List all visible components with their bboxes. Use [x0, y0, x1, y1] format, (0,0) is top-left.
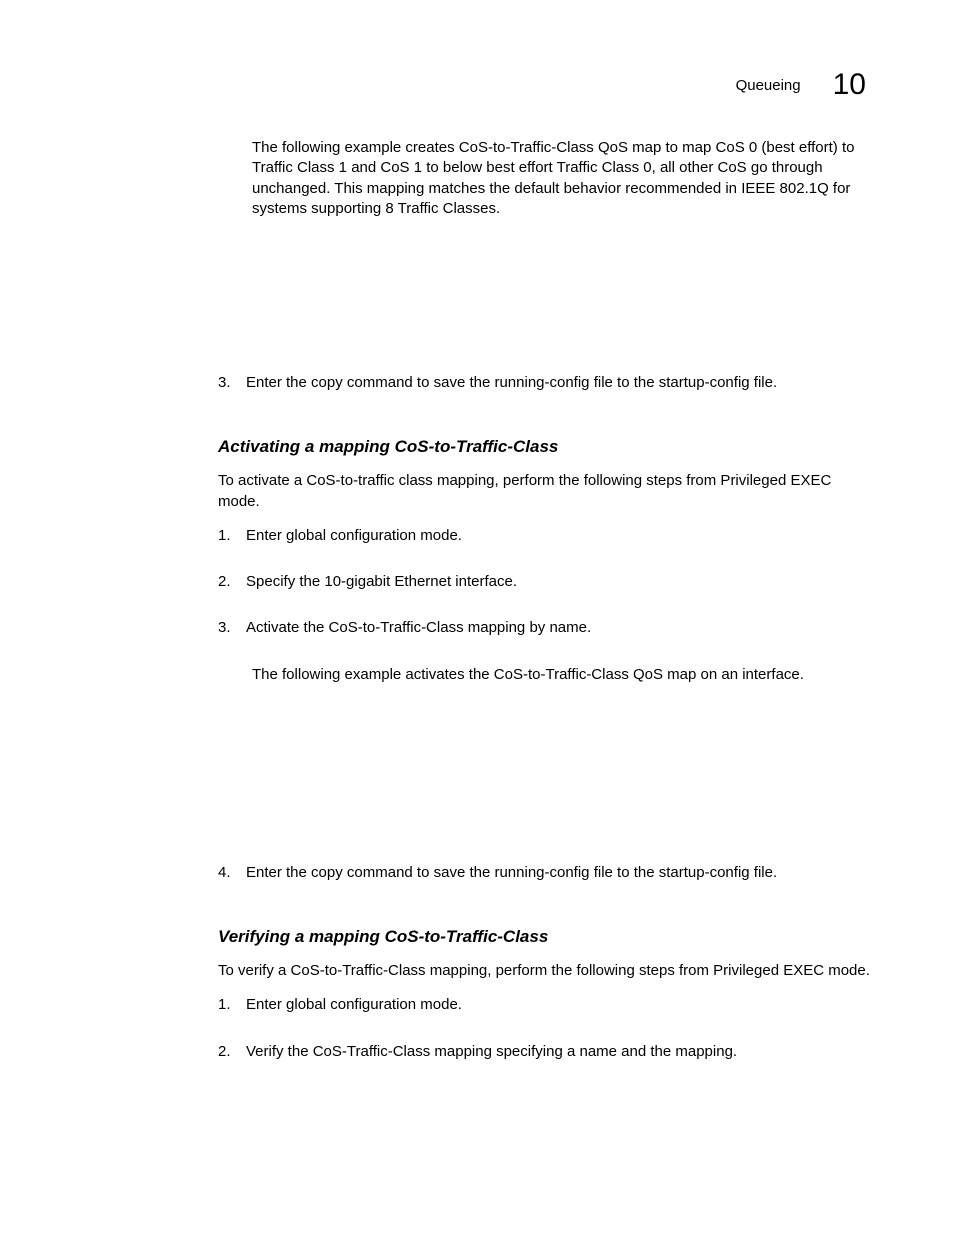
section2-intro: To verify a CoS-to-Traffic-Class mapping…: [218, 961, 872, 981]
step-number: 3.: [218, 373, 246, 393]
step-text: Enter global configuration mode.: [246, 995, 872, 1015]
step-text: Enter the copy command to save the runni…: [246, 373, 872, 393]
step-text: Enter global configuration mode.: [246, 526, 872, 546]
section1-step-1: 1. Enter global configuration mode.: [218, 526, 872, 546]
section2-step-2: 2. Verify the CoS-Traffic-Class mapping …: [218, 1042, 872, 1062]
step-text: Activate the CoS-to-Traffic-Class mappin…: [246, 618, 872, 638]
intro-paragraph: The following example creates CoS-to-Tra…: [252, 138, 872, 219]
section2-step-1: 1. Enter global configuration mode.: [218, 995, 872, 1015]
step-number: 3.: [218, 618, 246, 638]
section1-example: The following example activates the CoS-…: [252, 665, 872, 685]
page-content: The following example creates CoS-to-Tra…: [218, 138, 872, 1076]
step-text: Enter the copy command to save the runni…: [246, 863, 872, 883]
section1-step-4: 4. Enter the copy command to save the ru…: [218, 863, 872, 883]
step-number: 2.: [218, 1042, 246, 1062]
chapter-number: 10: [833, 68, 866, 102]
section1-step-3: 3. Activate the CoS-to-Traffic-Class map…: [218, 618, 872, 638]
header-title: Queueing: [736, 77, 801, 94]
step-number: 4.: [218, 863, 246, 883]
section1-intro: To activate a CoS-to-traffic class mappi…: [218, 471, 872, 512]
step-text: Specify the 10-gigabit Ethernet interfac…: [246, 572, 872, 592]
step-number: 1.: [218, 526, 246, 546]
step-number: 2.: [218, 572, 246, 592]
section-heading-activating: Activating a mapping CoS-to-Traffic-Clas…: [218, 437, 872, 457]
section1-step-2: 2. Specify the 10-gigabit Ethernet inter…: [218, 572, 872, 592]
step-number: 1.: [218, 995, 246, 1015]
section-heading-verifying: Verifying a mapping CoS-to-Traffic-Class: [218, 927, 872, 947]
intro-step-3: 3. Enter the copy command to save the ru…: [218, 373, 872, 393]
page-header: Queueing 10: [736, 68, 866, 102]
step-text: Verify the CoS-Traffic-Class mapping spe…: [246, 1042, 872, 1062]
